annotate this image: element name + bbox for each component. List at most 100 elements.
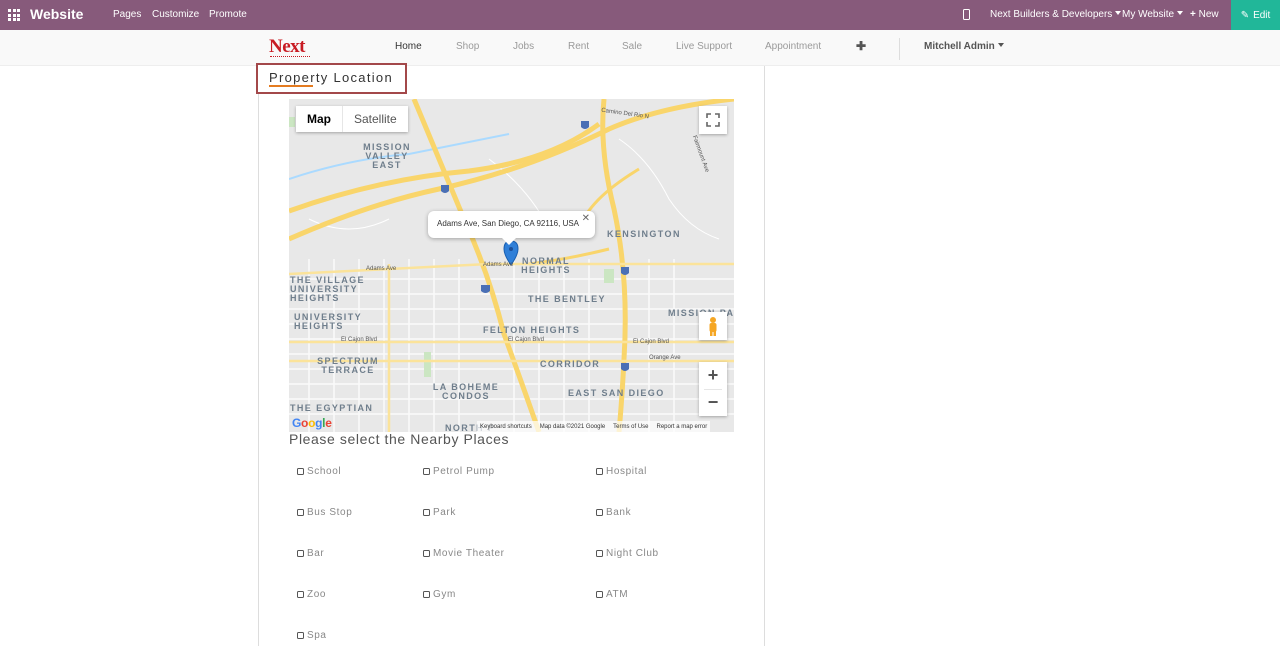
nearby-option-bus-stop[interactable]: Bus Stop: [297, 507, 352, 518]
plus-icon: +: [1190, 9, 1199, 20]
street-label: El Cajon Blvd: [633, 339, 670, 345]
map-area-spectrum-terrace: SPECTRUM TERRACE: [317, 356, 379, 375]
map-area-mission-valley-east: MISSION VALLEY EAST: [363, 142, 411, 170]
nav-home[interactable]: Home: [395, 41, 422, 52]
user-menu[interactable]: Mitchell Admin: [924, 41, 1004, 52]
nearby-option-label: School: [307, 466, 342, 477]
nearby-option-hospital[interactable]: Hospital: [596, 466, 647, 477]
nearby-option-zoo[interactable]: Zoo: [297, 589, 326, 600]
nearby-option-school[interactable]: School: [297, 466, 341, 477]
app-brand[interactable]: Website: [30, 6, 83, 22]
terms-of-use-link[interactable]: Terms of Use: [613, 424, 648, 430]
new-label: New: [1198, 9, 1219, 20]
checkbox[interactable]: [423, 591, 430, 598]
nearby-option-spa[interactable]: Spa: [297, 630, 327, 641]
nearby-option-atm[interactable]: ATM: [596, 589, 628, 600]
nearby-option-petrol-pump[interactable]: Petrol Pump: [423, 466, 495, 477]
nearby-option-label: Bar: [307, 548, 325, 559]
nearby-option-label: Night Club: [606, 548, 659, 559]
street-label: Orange Ave: [649, 355, 681, 361]
info-window-address: Adams Ave, San Diego, CA 92116, USA: [437, 219, 580, 228]
map-area-the-bentley: THE BENTLEY: [528, 294, 606, 304]
property-location-heading-box: Property Location: [256, 63, 407, 94]
zoom-out-button[interactable]: −: [699, 389, 727, 416]
checkbox[interactable]: [596, 468, 603, 475]
website-switcher[interactable]: My Website: [1122, 9, 1184, 20]
chevron-down-icon: [1177, 11, 1184, 15]
user-name: Mitchell Admin: [924, 41, 995, 52]
street-label: El Cajon Blvd: [508, 337, 545, 343]
map-area-la-boheme-condos: LA BOHEME CONDOS: [432, 382, 500, 401]
map-type-satellite-button[interactable]: Satellite: [343, 106, 408, 132]
street-label: Adams Ave: [483, 262, 514, 268]
nearby-option-night-club[interactable]: Night Club: [596, 548, 659, 559]
nearby-option-movie-theater[interactable]: Movie Theater: [423, 548, 505, 559]
menu-pages[interactable]: Pages: [113, 9, 141, 20]
checkbox[interactable]: [423, 550, 430, 557]
zoom-in-button[interactable]: +: [699, 362, 727, 389]
chevron-down-icon: [997, 43, 1004, 47]
menu-promote[interactable]: Promote: [209, 9, 247, 20]
checkbox[interactable]: [297, 591, 304, 598]
nearby-option-label: Hospital: [606, 466, 647, 477]
google-map[interactable]: MISSION VALLEY EAST KENSINGTON NORMAL HE…: [289, 99, 734, 432]
checkbox[interactable]: [297, 550, 304, 557]
nav-jobs[interactable]: Jobs: [513, 41, 534, 52]
map-type-control: Map Satellite: [296, 106, 408, 132]
checkbox[interactable]: [297, 468, 304, 475]
map-area-felton-heights: FELTON HEIGHTS: [483, 325, 581, 335]
menu-customize[interactable]: Customize: [152, 9, 199, 20]
site-header: Next Home Shop Jobs Rent Sale Live Suppo…: [0, 30, 1280, 66]
nearby-option-bank[interactable]: Bank: [596, 507, 631, 518]
street-view-pegman-button[interactable]: [699, 312, 727, 340]
report-map-error-link[interactable]: Report a map error: [657, 424, 708, 430]
company-switcher[interactable]: Next Builders & Developers: [990, 9, 1122, 20]
nav-divider: [899, 38, 900, 60]
nav-shop[interactable]: Shop: [456, 41, 479, 52]
map-area-normal-heights: NORMAL HEIGHTS: [521, 256, 571, 275]
nav-sale[interactable]: Sale: [622, 41, 642, 52]
nearby-option-bar[interactable]: Bar: [297, 548, 324, 559]
new-button[interactable]: + New: [1190, 9, 1219, 20]
fullscreen-button[interactable]: [699, 106, 727, 134]
nearby-option-label: Petrol Pump: [433, 466, 495, 477]
checkbox[interactable]: [423, 468, 430, 475]
site-logo[interactable]: Next: [269, 37, 305, 56]
mobile-preview-icon[interactable]: [963, 9, 970, 20]
logo-tagline: [270, 56, 310, 58]
add-menu-icon[interactable]: ✚: [856, 39, 866, 53]
close-icon[interactable]: ✕: [582, 213, 590, 224]
nearby-option-label: Bus Stop: [307, 507, 353, 518]
heading-underline: [269, 85, 313, 87]
checkbox[interactable]: [596, 509, 603, 516]
nearby-option-park[interactable]: Park: [423, 507, 456, 518]
street-label: El Cajon Blvd: [341, 337, 378, 343]
map-area-the-egyptian: THE EGYPTIAN: [290, 403, 374, 413]
nav-appointment[interactable]: Appointment: [765, 41, 821, 52]
nearby-places-title: Please select the Nearby Places: [289, 431, 510, 447]
nearby-option-label: ATM: [606, 589, 629, 600]
google-logo[interactable]: Google: [292, 416, 332, 430]
map-info-window: Adams Ave, San Diego, CA 92116, USA ✕: [428, 211, 595, 245]
pencil-icon: ✎: [1240, 9, 1250, 21]
section-heading: Property Location: [269, 70, 393, 85]
checkbox[interactable]: [423, 509, 430, 516]
checkbox[interactable]: [596, 591, 603, 598]
fullscreen-icon: [706, 113, 720, 127]
checkbox[interactable]: [297, 509, 304, 516]
nearby-option-label: Movie Theater: [433, 548, 505, 559]
map-attribution: Keyboard shortcuts Map data ©2021 Google…: [477, 421, 711, 432]
apps-grid-icon[interactable]: [8, 9, 20, 21]
chevron-down-icon: [1115, 11, 1122, 15]
nearby-option-gym[interactable]: Gym: [423, 589, 456, 600]
nav-live-support[interactable]: Live Support: [676, 41, 732, 52]
map-type-map-button[interactable]: Map: [296, 106, 343, 132]
nav-rent[interactable]: Rent: [568, 41, 589, 52]
map-data-text: Map data ©2021 Google: [539, 423, 606, 430]
keyboard-shortcuts-link[interactable]: Keyboard shortcuts: [480, 424, 532, 430]
edit-button[interactable]: ✎ Edit: [1231, 0, 1280, 30]
zoom-control: + −: [699, 362, 727, 416]
map-area-east-san-diego: EAST SAN DIEGO: [568, 388, 665, 398]
checkbox[interactable]: [297, 632, 304, 639]
checkbox[interactable]: [596, 550, 603, 557]
